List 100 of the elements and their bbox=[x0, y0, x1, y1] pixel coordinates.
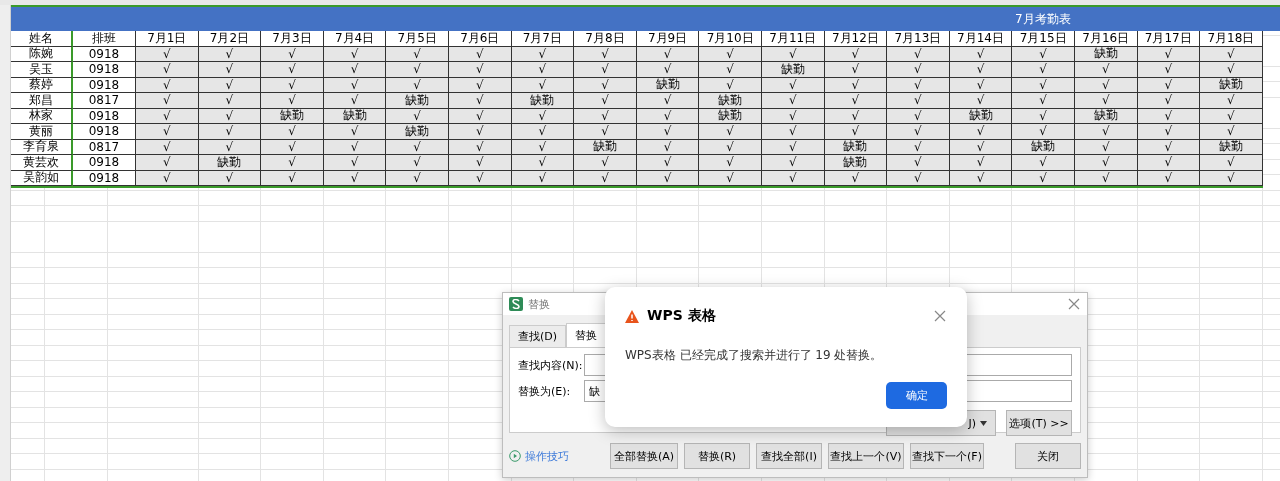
column-header: 7月13日 bbox=[887, 31, 950, 47]
column-header: 排班 bbox=[73, 31, 136, 47]
table-cell: 0918 bbox=[73, 62, 136, 78]
table-cell: 0918 bbox=[73, 124, 136, 140]
table-cell: √ bbox=[1200, 62, 1263, 78]
table-cell: √ bbox=[1074, 62, 1138, 78]
table-cell: 缺勤 bbox=[198, 155, 262, 171]
table-cell: √ bbox=[887, 62, 950, 78]
table-cell: √ bbox=[136, 155, 199, 171]
close-button[interactable] bbox=[933, 309, 947, 323]
table-cell: √ bbox=[1012, 62, 1075, 78]
table-cell: √ bbox=[1137, 93, 1201, 109]
table-cell: √ bbox=[1137, 62, 1201, 78]
table-cell: √ bbox=[1200, 155, 1263, 171]
table-cell: √ bbox=[261, 62, 324, 78]
table-cell: √ bbox=[761, 124, 825, 140]
table-cell: √ bbox=[761, 155, 825, 171]
table-cell: 缺勤 bbox=[761, 62, 825, 78]
table-cell: √ bbox=[699, 155, 762, 171]
table-cell: 缺勤 bbox=[386, 93, 449, 109]
table-cell: √ bbox=[887, 155, 950, 171]
table-cell: √ bbox=[386, 155, 449, 171]
table-cell: 缺勤 bbox=[699, 93, 762, 109]
close-button[interactable]: 关闭 bbox=[1015, 443, 1081, 469]
dialog-button[interactable]: 查找上一个(V) bbox=[828, 443, 904, 469]
table-cell: √ bbox=[1012, 124, 1075, 140]
tab[interactable]: 替换 bbox=[566, 323, 607, 347]
table-cell: √ bbox=[261, 155, 324, 171]
table-cell: √ bbox=[824, 124, 888, 140]
table-cell: √ bbox=[1137, 124, 1201, 140]
table-cell: √ bbox=[949, 155, 1013, 171]
table-cell: 缺勤 bbox=[824, 155, 888, 171]
options-button[interactable]: 选项(T) >> bbox=[1006, 410, 1072, 436]
alert-title: WPS 表格 bbox=[647, 307, 717, 325]
table-cell: √ bbox=[1200, 93, 1263, 109]
table-cell: √ bbox=[323, 124, 387, 140]
table-cell: √ bbox=[636, 155, 700, 171]
table-cell: √ bbox=[448, 62, 512, 78]
table-cell: 缺勤 bbox=[511, 93, 575, 109]
table-cell: √ bbox=[636, 124, 700, 140]
table-cell: 0817 bbox=[73, 93, 136, 109]
column-header: 7月9日 bbox=[636, 31, 700, 47]
table-cell: √ bbox=[636, 62, 700, 78]
table-cell: √ bbox=[887, 93, 950, 109]
table-cell: √ bbox=[448, 155, 512, 171]
sheet-title: 7月考勤表 bbox=[1015, 10, 1071, 28]
ok-button[interactable]: 确定 bbox=[886, 382, 947, 409]
table-cell: 0918 bbox=[73, 155, 136, 171]
column-header: 姓名 bbox=[10, 31, 73, 47]
tab[interactable]: 查找(D) bbox=[509, 325, 567, 347]
close-button[interactable] bbox=[1067, 297, 1081, 311]
table-cell: √ bbox=[1137, 155, 1201, 171]
table-cell: √ bbox=[761, 93, 825, 109]
table-cell: √ bbox=[1074, 124, 1138, 140]
table-cell: √ bbox=[511, 62, 575, 78]
table-cell: √ bbox=[574, 155, 637, 171]
table-cell: √ bbox=[574, 93, 637, 109]
alert-message: WPS表格 已经完成了搜索并进行了 19 处替换。 bbox=[625, 347, 884, 364]
column-header: 7月4日 bbox=[323, 31, 387, 47]
close-icon bbox=[1068, 298, 1080, 310]
table-cell: √ bbox=[1074, 155, 1138, 171]
play-icon bbox=[509, 450, 521, 462]
table-cell: √ bbox=[949, 62, 1013, 78]
table-cell: √ bbox=[386, 62, 449, 78]
column-header: 7月8日 bbox=[574, 31, 637, 47]
table-cell: √ bbox=[699, 62, 762, 78]
dialog-button[interactable]: 查找全部(I) bbox=[756, 443, 822, 469]
column-header: 7月1日 bbox=[136, 31, 199, 47]
app-icon bbox=[509, 297, 523, 311]
column-header: 7月11日 bbox=[761, 31, 825, 47]
table-cell: √ bbox=[1074, 93, 1138, 109]
table-cell: √ bbox=[261, 93, 324, 109]
dialog-button[interactable]: 查找下一个(F) bbox=[910, 443, 984, 469]
table-cell: √ bbox=[511, 124, 575, 140]
dialog-title: 替换 bbox=[528, 296, 551, 312]
table-cell: √ bbox=[574, 62, 637, 78]
table-cell: √ bbox=[1012, 93, 1075, 109]
warning-icon bbox=[625, 309, 639, 323]
table-cell: √ bbox=[636, 93, 700, 109]
column-header: 7月3日 bbox=[261, 31, 324, 47]
column-header: 7月5日 bbox=[386, 31, 449, 47]
table-cell: √ bbox=[699, 124, 762, 140]
tips-link[interactable]: 操作技巧 bbox=[509, 448, 604, 464]
field-label: 查找内容(N): bbox=[518, 357, 580, 373]
table-cell: √ bbox=[323, 62, 387, 78]
table-cell: √ bbox=[448, 124, 512, 140]
name-cell: 黄芸欢 bbox=[10, 155, 73, 171]
dialog-button[interactable]: 全部替换(A) bbox=[610, 443, 678, 469]
table-cell: √ bbox=[323, 155, 387, 171]
table-cell: √ bbox=[887, 124, 950, 140]
table-cell: √ bbox=[136, 62, 199, 78]
dialog-button[interactable]: 替换(R) bbox=[684, 443, 750, 469]
table-cell: √ bbox=[574, 124, 637, 140]
name-cell: 黄丽 bbox=[10, 124, 73, 140]
table-cell: √ bbox=[323, 93, 387, 109]
close-icon bbox=[934, 310, 946, 322]
table-cell: √ bbox=[136, 93, 199, 109]
column-header: 7月10日 bbox=[699, 31, 762, 47]
table-cell: √ bbox=[1200, 124, 1263, 140]
column-header: 7月15日 bbox=[1012, 31, 1075, 47]
